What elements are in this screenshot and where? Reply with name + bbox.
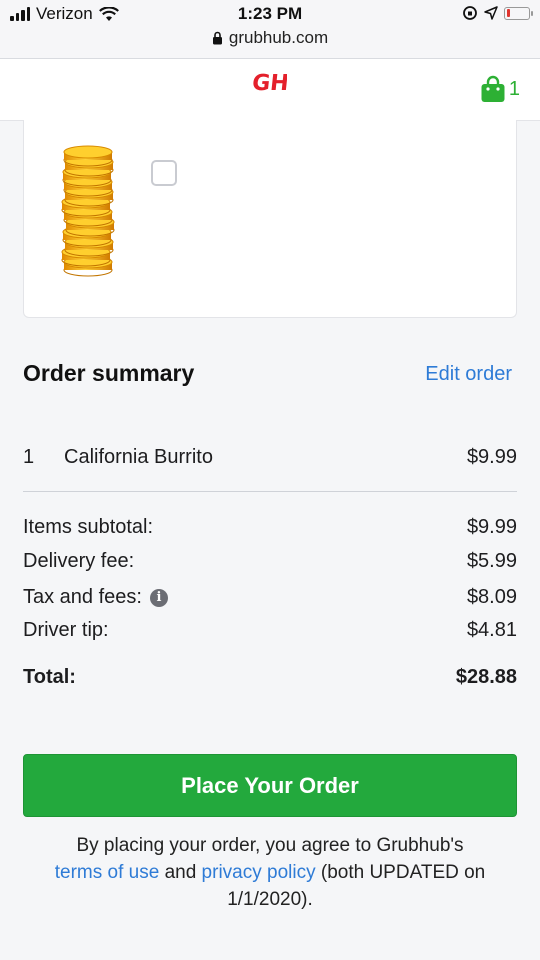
url-text: grubhub.com — [228, 28, 329, 47]
item-price: $9.99 — [466, 446, 517, 468]
item-checkbox[interactable] — [151, 160, 177, 186]
legal-and: and — [164, 862, 197, 883]
battery-icon — [504, 6, 533, 20]
place-order-button[interactable]: Place Your Order — [23, 754, 517, 817]
total-value: $28.88 — [455, 666, 517, 688]
item-name: California Burrito — [64, 446, 213, 468]
shopping-bag-icon — [481, 75, 505, 102]
summary-divider — [23, 491, 517, 492]
legal-text: By placing your order, you agree to Grub… — [20, 832, 520, 913]
legal-prefix: By placing your order, you agree to Grub… — [76, 835, 464, 856]
fee-value: $5.99 — [466, 550, 517, 572]
privacy-policy-link[interactable]: privacy policy — [202, 862, 316, 883]
fee-label: Delivery fee: — [23, 550, 135, 572]
fee-row-tip: Driver tip: $4.81 — [23, 619, 517, 642]
total-row: Total: $28.88 — [23, 666, 517, 689]
fee-label: Driver tip: — [23, 619, 109, 641]
url-bar[interactable]: grubhub.com — [0, 28, 540, 48]
status-time: 1:23 PM — [237, 4, 303, 23]
order-summary-title: Order summary — [23, 360, 195, 386]
info-icon[interactable]: i — [149, 588, 168, 607]
fee-row-delivery: Delivery fee: $5.99 — [23, 550, 517, 573]
item-quantity: 1 — [23, 446, 35, 468]
location-icon — [484, 6, 498, 20]
fee-row-subtotal: Items subtotal: $9.99 — [23, 516, 517, 539]
fee-value: $4.81 — [466, 619, 517, 641]
fee-label: Items subtotal: — [23, 516, 154, 538]
grubhub-logo[interactable]: GH — [0, 66, 540, 115]
fee-value: $9.99 — [466, 516, 517, 538]
fee-label: Tax and fees: — [23, 586, 142, 608]
fee-label-group: Tax and fees: i — [23, 586, 168, 609]
app-header: GH 1 — [0, 59, 540, 121]
coin-stack-image — [61, 145, 115, 277]
lock-icon — [212, 31, 222, 45]
fee-value: $8.09 — [466, 586, 517, 608]
cart-count: 1 — [508, 77, 520, 100]
status-bar: Verizon 1:23 PM grubhub.com — [0, 0, 540, 59]
total-label: Total: — [23, 666, 76, 688]
edit-order-link[interactable]: Edit order — [425, 363, 512, 386]
cart-button[interactable]: 1 — [480, 75, 520, 103]
orientation-lock-icon — [463, 6, 477, 20]
order-item-row: 1 California Burrito $9.99 — [23, 446, 517, 469]
logo-g: GH — [253, 71, 287, 96]
status-right — [462, 5, 533, 21]
terms-of-use-link[interactable]: terms of use — [55, 862, 160, 883]
item-image-card — [23, 120, 517, 318]
fee-row-tax: Tax and fees: i $8.09 — [23, 586, 517, 609]
coin-face — [63, 145, 113, 159]
